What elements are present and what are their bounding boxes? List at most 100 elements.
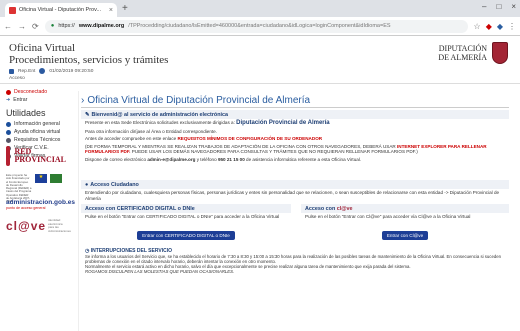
sidebar-item-requirements[interactable]: Requisitos Técnicos [0, 136, 72, 144]
feder-logo[interactable]: Este proyecto ha sido financiado por el … [6, 173, 66, 204]
site-title: Oficina Virtual [9, 42, 76, 54]
access-paragraph: Entendiendo por ciudadano, cualesquiera … [85, 190, 500, 201]
clock-icon [39, 68, 46, 74]
url-path: /TPProcedding/ciudadano/lsEmitted=460000… [128, 23, 391, 29]
megaphone-icon: ✎ [85, 111, 90, 118]
welcome-p4: (DE FORMA TEMPORAL Y MIENTRAS SE REALIZA… [81, 143, 509, 156]
url-host: www.dipalme.org [78, 23, 125, 29]
login-link[interactable]: ➜ Entrar [0, 96, 72, 104]
org-logo[interactable]: DIPUTACIÓN DE ALMERÍA [438, 42, 508, 64]
title-divider [81, 107, 509, 108]
utilities-heading: Utilidades [6, 108, 46, 118]
welcome-header-text: Bienvenid@ al servicio de administración… [91, 111, 229, 118]
org-name-line1: DIPUTACIÓN [438, 44, 487, 53]
clave-header-brand: cl@ve [336, 205, 353, 212]
welcome-p3: Antes de acceder compruebe en este enlac… [81, 135, 509, 143]
meta-label: Rep.Ent [18, 68, 36, 74]
email-link[interactable]: admin-e@dipalme.org [147, 157, 195, 162]
maximize-icon[interactable]: □ [496, 2, 501, 11]
calendar-icon [9, 68, 14, 74]
red-provincial-logo[interactable]: RED PROVINCIAL [6, 144, 66, 168]
main-content: › Oficina Virtual de Diputación Provinci… [78, 91, 510, 331]
header-meta: Rep.Ent 01/02/2019 09:20:50 [9, 68, 93, 74]
p3-text: Antes de acceder compruebe en este enlac… [85, 136, 177, 142]
window-controls: – □ × [482, 2, 516, 11]
extension-icon[interactable]: ◆ [497, 22, 503, 31]
p4-tail: PUEDE USAR LOS DEMÁS NAVEGADORES PARA CO… [131, 149, 418, 155]
new-tab-button[interactable]: + [122, 3, 128, 14]
cert-login-button[interactable]: Entrar con CERTIFICADO DIGITAL o DNIe [137, 230, 235, 240]
clave-logo[interactable]: cl@ve identidad electrónica para las Adm… [6, 218, 71, 233]
sidebar-item-label: Requisitos Técnicos [14, 137, 61, 143]
access-link[interactable]: Acceso [9, 76, 25, 81]
browser-tabbar: Oficina Virtual - Diputación Prov... × +… [0, 0, 520, 17]
lock-icon: ● [50, 23, 55, 29]
browser-tab[interactable]: Oficina Virtual - Diputación Prov... × [5, 3, 117, 17]
welcome-header: ✎ Bienvenid@ al servicio de administraci… [81, 110, 509, 119]
clave-text: Pulse en el botón "Entrar con Cl@ve" par… [305, 214, 471, 219]
requirements-link[interactable]: REQUISITOS MÍNIMOS DE CONFIGURACIÓN DE S… [177, 136, 322, 141]
extension-shield-icon[interactable]: ◆ [486, 22, 492, 31]
feder-text: Este proyecto ha sido financiado por el … [6, 173, 32, 204]
login-arrow-icon: ➜ [6, 97, 11, 103]
site-header: Oficina Virtual Procedimientos, servicio… [0, 36, 520, 84]
reload-icon[interactable]: ⟳ [32, 22, 39, 31]
p5-tail: de asistencia informática referente a es… [246, 156, 362, 162]
cert-header: Acceso con CERTIFICADO DIGITAL o DNIe [81, 204, 291, 213]
page-title-text: Oficina Virtual de Diputación Provincial… [87, 95, 311, 106]
menu-icon[interactable]: ⋮ [508, 22, 516, 31]
power-icon [6, 89, 11, 95]
red-provincial-mark-icon [6, 146, 11, 166]
browser-extensions: ☆ ◆ ◆ ⋮ [474, 22, 516, 31]
red-provincial-line2: PROVINCIAL [14, 155, 66, 164]
sidebar-item-info[interactable]: Información general [0, 120, 72, 128]
person-icon: ● [85, 181, 89, 188]
minimize-icon[interactable]: – [482, 2, 486, 11]
welcome-section: ✎ Bienvenid@ al servicio de administraci… [81, 110, 509, 164]
p1-org: Diputación Provincial de Almería [236, 120, 330, 126]
welcome-p1: Presente en esta Sede Electrónica solici… [81, 119, 509, 128]
notice-block: ◷ INTERRUPCIONES DEL SERVICIO Se informa… [81, 248, 509, 275]
access-section: ● Acceso Ciudadano Entendiendo por ciuda… [81, 180, 509, 202]
page: Oficina Virtual Procedimientos, servicio… [0, 36, 520, 331]
site-subtitle: Procedimientos, servicios y trámites [9, 54, 169, 66]
forward-icon[interactable]: → [18, 22, 26, 31]
back-icon[interactable]: ← [4, 22, 12, 31]
close-window-icon[interactable]: × [511, 2, 516, 11]
help-icon [6, 129, 11, 135]
clave-header-text: Acceso con [305, 205, 336, 212]
clave-section: Acceso con cl@ve Pulse en el botón "Entr… [301, 204, 509, 242]
administracion-logo[interactable]: administracion.gob.es punto de acceso ge… [6, 199, 75, 210]
page-title: › Oficina Virtual de Diputación Provinci… [81, 95, 310, 106]
coat-of-arms-icon [492, 42, 508, 64]
clave-sub: identidad electrónica para las Administr… [48, 218, 71, 233]
status-disconnected: Desconectado [0, 88, 72, 96]
sidebar-item-help[interactable]: Ayuda oficina virtual [0, 128, 72, 136]
clave-brand: cl@ve [6, 219, 47, 233]
access-header: ● Acceso Ciudadano [81, 180, 509, 189]
meta-datetime: 01/02/2019 09:20:50 [49, 68, 94, 74]
address-bar: ← → ⟳ ● https://www.dipalme.org/TPProced… [0, 17, 520, 36]
cert-button-wrap: Entrar con CERTIFICADO DIGITAL o DNIe [81, 221, 291, 242]
tab-close-icon[interactable]: × [109, 7, 113, 14]
bookmark-star-icon[interactable]: ☆ [474, 22, 481, 31]
info-icon [6, 121, 11, 127]
url-scheme: https:// [58, 23, 75, 29]
administracion-name: administracion.gob.es [6, 199, 75, 206]
notice-text3: ROGAMOS DISCULPEN LAS MOLESTIAS QUE PUED… [85, 269, 235, 274]
notice-text: Se informa a los usuarios del Servicio q… [85, 254, 502, 264]
org-name-line2: DE ALMERÍA [438, 53, 487, 62]
p5-text: Dispone de correo electrónico [85, 156, 147, 162]
clave-login-button[interactable]: Entrar con Cl@ve [381, 230, 429, 240]
sidebar-item-label: Información general [14, 121, 60, 127]
access-header-text: Acceso Ciudadano [90, 181, 139, 188]
andalucia-logo-icon [50, 174, 62, 183]
eu-flag-icon: ★ [35, 174, 47, 183]
p5-mid: y teléfono [196, 156, 217, 162]
url-input[interactable]: ● https://www.dipalme.org/TPProcedding/c… [44, 19, 468, 33]
sidebar-item-label: Ayuda oficina virtual [14, 129, 61, 135]
phone-number: 950 21 15 00 [217, 156, 245, 162]
check-icon [6, 137, 11, 143]
login-label: Entrar [13, 97, 28, 103]
clave-button-wrap: Entrar con Cl@ve [301, 221, 509, 242]
